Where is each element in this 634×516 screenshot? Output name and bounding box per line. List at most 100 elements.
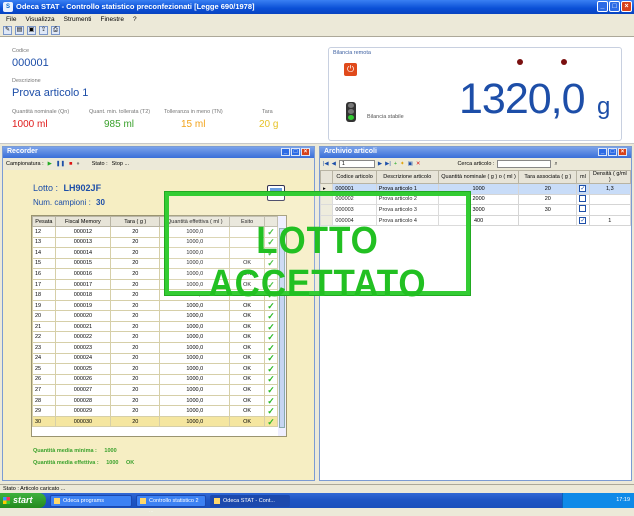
col-descrizione[interactable]: Descrizione articolo — [375, 170, 439, 184]
ml-checkbox[interactable]: ✓ — [576, 183, 590, 195]
tara-cell: 20 — [110, 342, 161, 354]
app-icon: S — [3, 2, 13, 12]
nav-last-icon[interactable]: ▶| — [385, 161, 391, 167]
tara-cell: 20 — [110, 278, 161, 291]
col-codice[interactable]: Codice articolo — [332, 170, 377, 184]
pesata-cell: 21 — [32, 320, 56, 333]
windows-logo-icon — [3, 497, 10, 504]
col-densita[interactable]: Densità ( g/ml ) — [588, 170, 632, 184]
menu-file[interactable]: File — [6, 14, 16, 25]
app-icon — [214, 497, 220, 504]
binoculars-icon[interactable]: ⌕ — [554, 161, 557, 168]
pesata-row[interactable]: 25 000025 20 1000,0 OK ✓ — [32, 363, 278, 375]
ml-checkbox[interactable]: ✓ — [576, 214, 590, 227]
pesata-row[interactable]: 29 000029 20 1000,0 OK ✓ — [32, 405, 278, 417]
pesata-cell: 14 — [32, 247, 56, 259]
recorder-min-button[interactable]: _ — [281, 148, 290, 156]
quantita-cell: 1000,0 — [159, 415, 231, 428]
tara-cell: 20 — [110, 373, 161, 386]
col-pesata[interactable]: Pesata — [32, 216, 56, 227]
search-input[interactable] — [497, 160, 552, 168]
task-odeca-programs[interactable]: Odeca programs — [50, 494, 132, 507]
nav-position[interactable]: 1 — [338, 160, 375, 168]
archivio-min-button[interactable]: _ — [598, 148, 607, 156]
pesata-row[interactable]: 30 000030 20 1000,0 OK ✓ — [32, 415, 278, 428]
start-button[interactable]: start — [0, 493, 46, 508]
nav-save-icon[interactable]: ▣ — [408, 161, 413, 167]
record-icon[interactable]: ● — [76, 161, 79, 167]
recorder-max-button[interactable]: □ — [291, 148, 300, 156]
fiscal-cell: 000022 — [54, 331, 112, 343]
tara-label: Tara — [262, 109, 273, 115]
pesata-cell: 24 — [32, 352, 56, 365]
nav-first-icon[interactable]: |◀ — [323, 161, 329, 167]
pause-icon[interactable]: ❚❚ — [56, 161, 65, 167]
print-icon[interactable]: ⎙ — [51, 26, 60, 35]
fiscal-cell: 000019 — [54, 299, 112, 312]
led-max-icon — [517, 59, 523, 65]
esito-cell: OK — [229, 363, 266, 375]
open-icon[interactable]: ▤ — [15, 26, 24, 35]
power-icon[interactable]: ⏻ — [344, 63, 357, 76]
esito-cell: OK — [229, 342, 266, 354]
quantita-cell: 1000,0 — [159, 310, 231, 322]
tara-assoc-cell: 30 — [518, 204, 578, 216]
pesata-cell: 16 — [32, 268, 56, 280]
codice-value: 000001 — [12, 57, 49, 69]
quantita-cell: 1000,0 — [159, 384, 231, 396]
stop-icon[interactable]: ■ — [69, 161, 72, 167]
menu-help[interactable]: ? — [133, 14, 137, 25]
stato-label: Stato : — [91, 161, 108, 167]
col-tara-assoc[interactable]: Tara associata ( g ) — [518, 170, 578, 184]
media-effettiva-label: Quantità media effettiva : — [33, 460, 99, 466]
fiscal-cell: 000030 — [54, 415, 112, 428]
traffic-light-icon — [346, 102, 356, 122]
pesata-row[interactable]: 24 000024 20 1000,0 OK ✓ — [32, 352, 278, 365]
qn-label: Quantità nominale (Qn) — [12, 109, 70, 115]
recorder-close-button[interactable]: × — [301, 148, 310, 156]
task-label: Controllo statistico 2 ... — [149, 497, 199, 514]
menu-strumenti[interactable]: Strumenti — [64, 14, 92, 25]
archivio-max-button[interactable]: □ — [608, 148, 617, 156]
menu-finestre[interactable]: Finestre — [100, 14, 123, 25]
minimize-button[interactable]: _ — [597, 1, 608, 12]
col-fiscal[interactable]: Fiscal Memory — [54, 216, 112, 227]
task-label: Odeca programs — [63, 497, 104, 504]
col-tara[interactable]: Tara ( g ) — [110, 216, 161, 227]
tol-value: 15 ml — [181, 119, 206, 130]
pesata-row[interactable]: 26 000026 20 1000,0 OK ✓ — [32, 373, 278, 386]
pesata-row[interactable]: 28 000028 20 1000,0 OK ✓ — [32, 394, 278, 407]
task-odeca-stat[interactable]: Odeca STAT - Cont... — [210, 494, 290, 507]
pesata-row[interactable]: 27 000027 20 1000,0 OK ✓ — [32, 384, 278, 396]
status-text: Stato : Articolo caricato ... — [3, 486, 66, 492]
ml-checkbox[interactable] — [576, 193, 590, 206]
quantita-cell: 1000,0 — [159, 342, 231, 354]
ml-checkbox[interactable] — [576, 204, 590, 216]
col-ml[interactable]: ml — [576, 170, 590, 184]
esito-cell: OK — [229, 310, 266, 322]
pesata-cell: 20 — [32, 310, 56, 322]
export-icon[interactable]: ⇪ — [39, 26, 48, 35]
nav-add-icon[interactable]: + — [394, 161, 397, 167]
save-icon[interactable]: ▣ — [27, 26, 36, 35]
nav-prev-icon[interactable]: ◀ — [332, 161, 336, 167]
lotto-accettato-stamp: LOTTO ACCETTATO — [164, 191, 471, 305]
pesata-row[interactable]: 20 000020 20 1000,0 OK ✓ — [32, 310, 278, 322]
stato-value: Stop ... — [111, 161, 130, 167]
archivio-close-button[interactable]: × — [618, 148, 627, 156]
maximize-button[interactable]: □ — [609, 1, 620, 12]
col-qn[interactable]: Quantità nominale ( g ) o ( ml ) — [437, 170, 520, 184]
task-controllo[interactable]: Controllo statistico 2 ... — [136, 494, 206, 514]
nav-next-icon[interactable]: ▶ — [378, 161, 382, 167]
pesata-row[interactable]: 22 000022 20 1000,0 OK ✓ — [32, 331, 278, 343]
search-label: Cerca articolo : — [457, 161, 495, 167]
play-icon[interactable]: ▶ — [48, 161, 52, 167]
new-icon[interactable]: ✎ — [3, 26, 12, 35]
nav-delete-icon[interactable]: ✕ — [416, 161, 421, 167]
pesata-row[interactable]: 21 000021 20 1000,0 OK ✓ — [32, 320, 278, 333]
close-button[interactable]: × — [621, 1, 632, 12]
nav-edit-icon[interactable]: ✦ — [400, 161, 405, 167]
pesata-row[interactable]: 23 000023 20 1000,0 OK ✓ — [32, 342, 278, 354]
menu-visualizza[interactable]: Visualizza — [25, 14, 54, 25]
fiscal-cell: 000029 — [54, 405, 112, 417]
